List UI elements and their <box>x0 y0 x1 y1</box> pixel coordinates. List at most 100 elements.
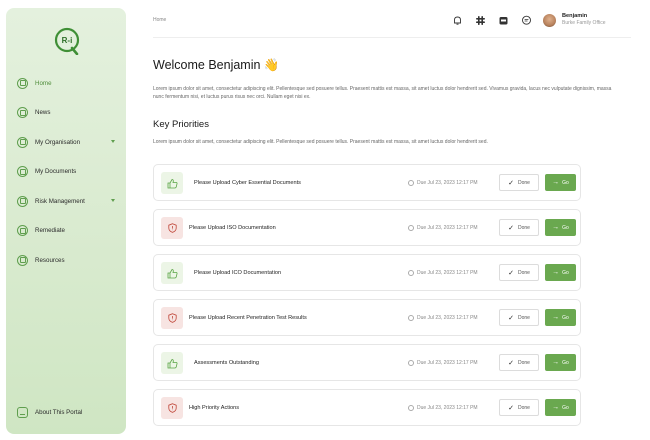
thumbs-up-icon <box>161 172 183 194</box>
priority-title: High Priority Actions <box>189 405 240 411</box>
done-button[interactable]: ✓ Done <box>499 354 539 371</box>
avatar[interactable] <box>543 13 556 27</box>
due-date-text: Due Jul 23, 2023 12:17 PM <box>417 360 478 366</box>
due-date-text: Due Jul 23, 2023 12:17 PM <box>417 225 478 231</box>
sidebar-item-label: Home <box>35 79 52 87</box>
priority-title: Please Upload Recent Penetration Test Re… <box>189 315 307 321</box>
done-button[interactable]: ✓ Done <box>499 219 539 236</box>
organisation-icon <box>17 136 28 148</box>
go-button[interactable]: → Go <box>545 399 576 416</box>
arrow-right-icon: → <box>552 359 560 366</box>
due-date-text: Due Jul 23, 2023 12:17 PM <box>417 270 478 276</box>
done-button-label: Done <box>517 179 530 186</box>
go-button[interactable]: → Go <box>545 309 576 326</box>
due-date: Due Jul 23, 2023 12:17 PM <box>408 270 478 276</box>
shield-icon <box>161 307 183 329</box>
done-button[interactable]: ✓ Done <box>499 264 539 281</box>
clock-icon <box>408 405 414 411</box>
thumbs-up-icon <box>161 262 183 284</box>
checkmark-icon: ✓ <box>508 404 514 412</box>
chevron-down-icon[interactable] <box>111 199 115 202</box>
logo-icon[interactable]: R-i <box>53 27 81 55</box>
due-date-text: Due Jul 23, 2023 12:17 PM <box>417 180 478 186</box>
priority-card: Please Upload Cyber Essential Documents D… <box>153 164 581 201</box>
sidebar-item-label: Risk Management <box>35 197 85 205</box>
priority-title: Please Upload ISO Documentation <box>189 225 276 231</box>
priority-card: Please Upload Recent Penetration Test Re… <box>153 299 581 336</box>
sidebar-nav: Home News My Organisation My Documents R… <box>6 72 126 279</box>
sidebar-item-label: News <box>35 109 51 116</box>
clock-icon <box>408 180 414 186</box>
clock-icon <box>408 315 414 321</box>
sidebar-item-remediate[interactable]: Remediate <box>6 220 126 242</box>
shield-icon <box>161 397 183 419</box>
done-button[interactable]: ✓ Done <box>499 309 539 326</box>
sidebar-item-my-organisation[interactable]: My Organisation <box>6 131 126 153</box>
checkmark-icon: ✓ <box>508 269 514 277</box>
sidebar-item-label: About This Portal <box>35 409 83 416</box>
priority-card: Please Upload ISO Documentation Due Jul 2… <box>153 209 581 246</box>
logo-text: R-i <box>62 36 73 45</box>
done-button-label: Done <box>517 404 530 411</box>
thumbs-up-icon <box>161 352 183 374</box>
go-button-label: Go <box>562 179 569 186</box>
sidebar-item-news[interactable]: News <box>6 102 126 124</box>
sidebar-item-resources[interactable]: Resources <box>6 249 126 271</box>
user-organisation: Burke Family Office <box>562 20 606 26</box>
monitor-icon <box>17 407 28 418</box>
shield-icon <box>161 217 183 239</box>
header-divider <box>153 37 631 38</box>
due-date: Due Jul 23, 2023 12:17 PM <box>408 180 478 186</box>
sidebar-item-about[interactable]: About This Portal <box>17 407 82 418</box>
done-button-label: Done <box>517 224 530 231</box>
calendar-icon[interactable] <box>498 15 509 26</box>
section-title: Key Priorities <box>153 119 209 130</box>
clock-icon <box>408 225 414 231</box>
clock-icon <box>408 360 414 366</box>
sidebar-item-label: My Organisation <box>35 138 81 146</box>
remediate-icon <box>17 225 28 236</box>
priority-title: Please Upload ICO Documentation <box>194 270 282 276</box>
clock-icon <box>408 270 414 276</box>
go-button[interactable]: → Go <box>545 219 576 236</box>
sidebar-item-my-documents[interactable]: My Documents <box>6 161 126 183</box>
sidebar-item-label: Resources <box>35 256 65 264</box>
done-button[interactable]: ✓ Done <box>499 399 539 416</box>
checkmark-icon: ✓ <box>508 359 514 367</box>
arrow-right-icon: → <box>552 179 560 186</box>
checkmark-icon: ✓ <box>508 179 514 187</box>
due-date: Due Jul 23, 2023 12:17 PM <box>408 405 478 411</box>
sidebar-item-label: Remediate <box>35 227 65 234</box>
done-button-label: Done <box>517 269 530 276</box>
intro-text: Lorem ipsum dolor sit amet, consectetur … <box>153 86 612 100</box>
breadcrumb[interactable]: Home <box>153 17 166 23</box>
go-button[interactable]: → Go <box>545 174 576 191</box>
done-button-label: Done <box>517 314 530 321</box>
sidebar-item-label: My Documents <box>35 168 77 175</box>
user-menu[interactable]: Benjamin Burke Family Office <box>543 13 606 27</box>
arrow-right-icon: → <box>552 269 560 276</box>
done-button[interactable]: ✓ Done <box>499 174 539 191</box>
priority-card: Please Upload ICO Documentation Due Jul 2… <box>153 254 581 291</box>
go-button-label: Go <box>562 314 569 321</box>
slack-icon[interactable] <box>475 15 486 26</box>
priority-card: Assessments Outstanding Due Jul 23, 2023 … <box>153 344 581 381</box>
priority-title: Please Upload Cyber Essential Documents <box>194 180 301 186</box>
sidebar-item-home[interactable]: Home <box>6 72 126 94</box>
home-icon <box>17 77 28 89</box>
due-date: Due Jul 23, 2023 12:17 PM <box>408 315 478 321</box>
chat-icon[interactable] <box>521 15 532 26</box>
page-title: Welcome Benjamin 👋 <box>153 58 280 72</box>
done-button-label: Done <box>517 359 530 366</box>
go-button[interactable]: → Go <box>545 264 576 281</box>
resources-icon <box>17 254 28 266</box>
go-button[interactable]: → Go <box>545 354 576 371</box>
section-intro-text: Lorem ipsum dolor sit amet, consectetur … <box>153 139 488 145</box>
chevron-down-icon[interactable] <box>111 140 115 143</box>
sidebar: R-i Home News My Organisation My Documen… <box>6 8 126 434</box>
due-date: Due Jul 23, 2023 12:17 PM <box>408 360 478 366</box>
sidebar-item-risk-management[interactable]: Risk Management <box>6 190 126 212</box>
risk-icon <box>17 195 28 207</box>
bell-icon[interactable] <box>452 15 463 26</box>
due-date-text: Due Jul 23, 2023 12:17 PM <box>417 315 478 321</box>
